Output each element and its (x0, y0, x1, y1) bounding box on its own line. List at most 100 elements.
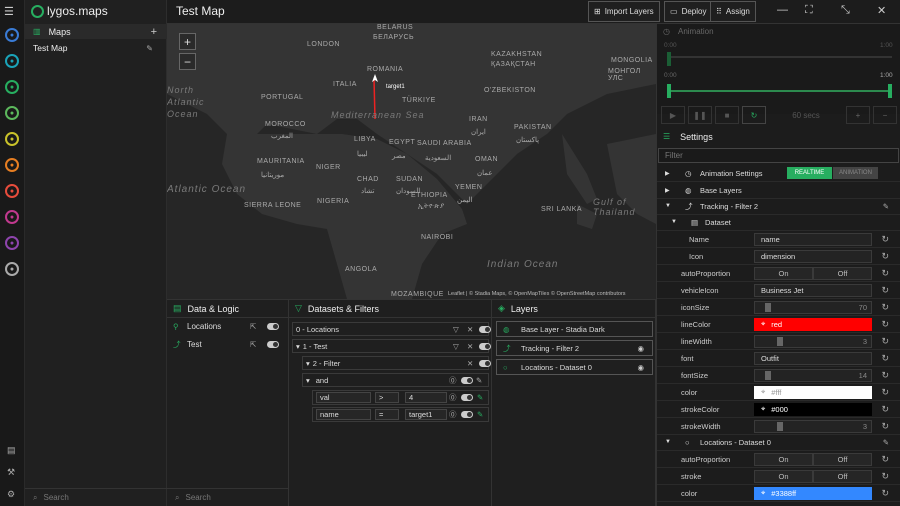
assign-button[interactable]: ⠿ Assign (710, 1, 756, 22)
filter-row[interactable]: ▾ 2 - Filter ✕ (302, 356, 491, 370)
range-track[interactable] (667, 90, 892, 92)
layer-item[interactable]: ◍ Base Layer - Stadia Dark (496, 321, 653, 337)
menu-icon[interactable]: ☰ (4, 5, 14, 18)
base-layers-row[interactable]: ▶ ◍ Base Layers (657, 182, 900, 199)
name-select[interactable]: name (754, 232, 872, 246)
settings-icon[interactable]: ⚙ (7, 489, 15, 500)
value-input[interactable]: target1 (405, 409, 447, 420)
reset-icon[interactable]: ↻ (881, 285, 889, 296)
more-icon[interactable]: ⓪ (449, 409, 457, 420)
stroke-color-input[interactable]: ⌖ #000 (754, 402, 872, 416)
chevron-down-icon[interactable]: ▾ (306, 376, 310, 385)
reset-icon[interactable]: ↻ (881, 370, 889, 381)
add-map-button[interactable]: + (151, 26, 157, 38)
datalogic-search[interactable]: ⌕ Search (167, 488, 289, 506)
edit-icon[interactable]: ✎ (476, 376, 482, 385)
play-icon[interactable]: ▶ (661, 106, 685, 124)
visibility-toggle[interactable] (461, 411, 473, 418)
autoproportion-toggle[interactable]: On Off (754, 266, 872, 280)
close-icon[interactable]: ✕ (467, 325, 473, 334)
user-icon[interactable]: ● (5, 236, 19, 250)
reset-icon[interactable]: ↻ (881, 268, 889, 279)
database-icon[interactable]: ● (5, 54, 19, 68)
close-icon[interactable]: ✕ (467, 342, 473, 351)
range-end-handle[interactable] (888, 84, 892, 98)
font-select[interactable]: Outfit (754, 351, 872, 365)
icon-select[interactable]: dimension (754, 249, 872, 263)
maps-search[interactable]: ⌕ Search (25, 488, 167, 506)
locations-row[interactable]: ▼ ○ Locations - Dataset 0 ✎ (657, 434, 900, 451)
reset-icon[interactable]: ↻ (881, 353, 889, 364)
layer-item[interactable]: ○ Locations - Dataset 0 ◉ (496, 359, 653, 375)
reset-icon[interactable]: ↻ (881, 454, 889, 465)
off-option[interactable]: Off (813, 469, 872, 483)
edit-icon[interactable]: ✎ (477, 410, 483, 419)
minimize-icon[interactable]: — (777, 4, 788, 16)
filter-icon[interactable]: ▽ (453, 325, 459, 334)
edit-icon[interactable]: ✎ (146, 44, 153, 53)
open-icon[interactable]: ⇱ (250, 340, 256, 349)
dataset-row[interactable]: ▼ ▤ Dataset (657, 214, 900, 231)
zoom-out-button[interactable]: − (179, 53, 196, 70)
grid-icon[interactable]: ● (5, 80, 19, 94)
visibility-toggle[interactable] (461, 394, 473, 401)
stop-icon[interactable]: ■ (715, 106, 739, 124)
edit-icon[interactable]: ✎ (477, 393, 483, 402)
filter-icon[interactable]: ▽ (453, 342, 459, 351)
map-list-item[interactable]: Test Map ✎ (25, 41, 167, 55)
off-option[interactable]: Off (813, 452, 872, 466)
visibility-toggle[interactable] (461, 376, 473, 384)
realtime-toggle[interactable]: REALTIME (787, 167, 832, 179)
off-option[interactable]: Off (813, 266, 872, 280)
range-start-handle[interactable] (667, 84, 671, 98)
loop-icon[interactable]: ↻ (742, 106, 766, 124)
chevron-down-icon[interactable]: ▼ (665, 439, 671, 445)
open-icon[interactable]: ⇱ (250, 322, 256, 331)
operator-select[interactable]: = (375, 409, 399, 420)
reset-icon[interactable]: ↻ (881, 251, 889, 262)
increase-button[interactable]: + (846, 106, 870, 124)
animation-toggle[interactable]: ANIMATION (833, 167, 878, 179)
chevron-right-icon[interactable]: ▶ (665, 170, 670, 177)
pause-icon[interactable]: ❚❚ (688, 106, 712, 124)
font-size-slider[interactable]: 14 (754, 368, 872, 382)
more-icon[interactable]: ⓪ (449, 392, 457, 403)
tracking-row[interactable]: ▼ ⤴ Tracking - Filter 2 ✎ (657, 198, 900, 215)
stroke-toggle[interactable]: On Off (754, 469, 872, 483)
reset-icon[interactable]: ↻ (881, 488, 889, 499)
animation-settings-row[interactable]: ▶ ◷ Animation Settings REALTIME ANIMATION (657, 165, 900, 182)
slider-thumb[interactable] (765, 370, 771, 380)
slider-thumb[interactable] (765, 302, 771, 312)
pin-icon[interactable]: ● (5, 184, 19, 198)
list-item[interactable]: ⚲ Locations ⇱ (173, 322, 283, 331)
decrease-button[interactable]: − (873, 106, 897, 124)
chevron-right-icon[interactable]: ▶ (665, 187, 670, 194)
reset-icon[interactable]: ↻ (881, 319, 889, 330)
visibility-toggle[interactable] (267, 323, 279, 330)
dataset-row[interactable]: ▾ 1 - Test ▽ ✕ (292, 339, 491, 353)
timeline-handle[interactable] (667, 52, 671, 66)
visibility-toggle[interactable] (479, 342, 491, 350)
chevron-down-icon[interactable]: ▾ (296, 342, 300, 351)
log-icon[interactable]: ▤ (7, 445, 16, 456)
eye-icon[interactable]: ◉ (637, 344, 644, 353)
on-option[interactable]: On (754, 452, 813, 466)
import-layers-button[interactable]: ⊞ Import Layers (588, 1, 660, 22)
visibility-toggle[interactable] (479, 325, 491, 333)
more-icon[interactable]: ⓪ (449, 375, 457, 386)
chevron-down-icon[interactable]: ▼ (665, 203, 671, 209)
color-input[interactable]: ⌖ #3388ff (754, 486, 872, 500)
reset-icon[interactable]: ↻ (881, 302, 889, 313)
chevron-down-icon[interactable]: ▾ (306, 359, 310, 368)
visibility-toggle[interactable] (267, 341, 279, 348)
layer-item[interactable]: ⤴ Tracking - Filter 2 ◉ (496, 340, 653, 356)
maximize-icon[interactable]: ⛶ (805, 4, 813, 17)
deploy-button[interactable]: ▭ Deploy (664, 1, 713, 22)
line-color-input[interactable]: ⌖ red (754, 317, 872, 331)
operator-select[interactable]: > (375, 392, 399, 403)
reset-icon[interactable]: ↻ (881, 404, 889, 415)
edit-icon[interactable]: ✎ (883, 438, 889, 447)
slider-thumb[interactable] (777, 336, 783, 346)
logic-row[interactable]: ▾ and ⓪ ✎ (302, 373, 489, 387)
line-width-slider[interactable]: 3 (754, 334, 872, 348)
